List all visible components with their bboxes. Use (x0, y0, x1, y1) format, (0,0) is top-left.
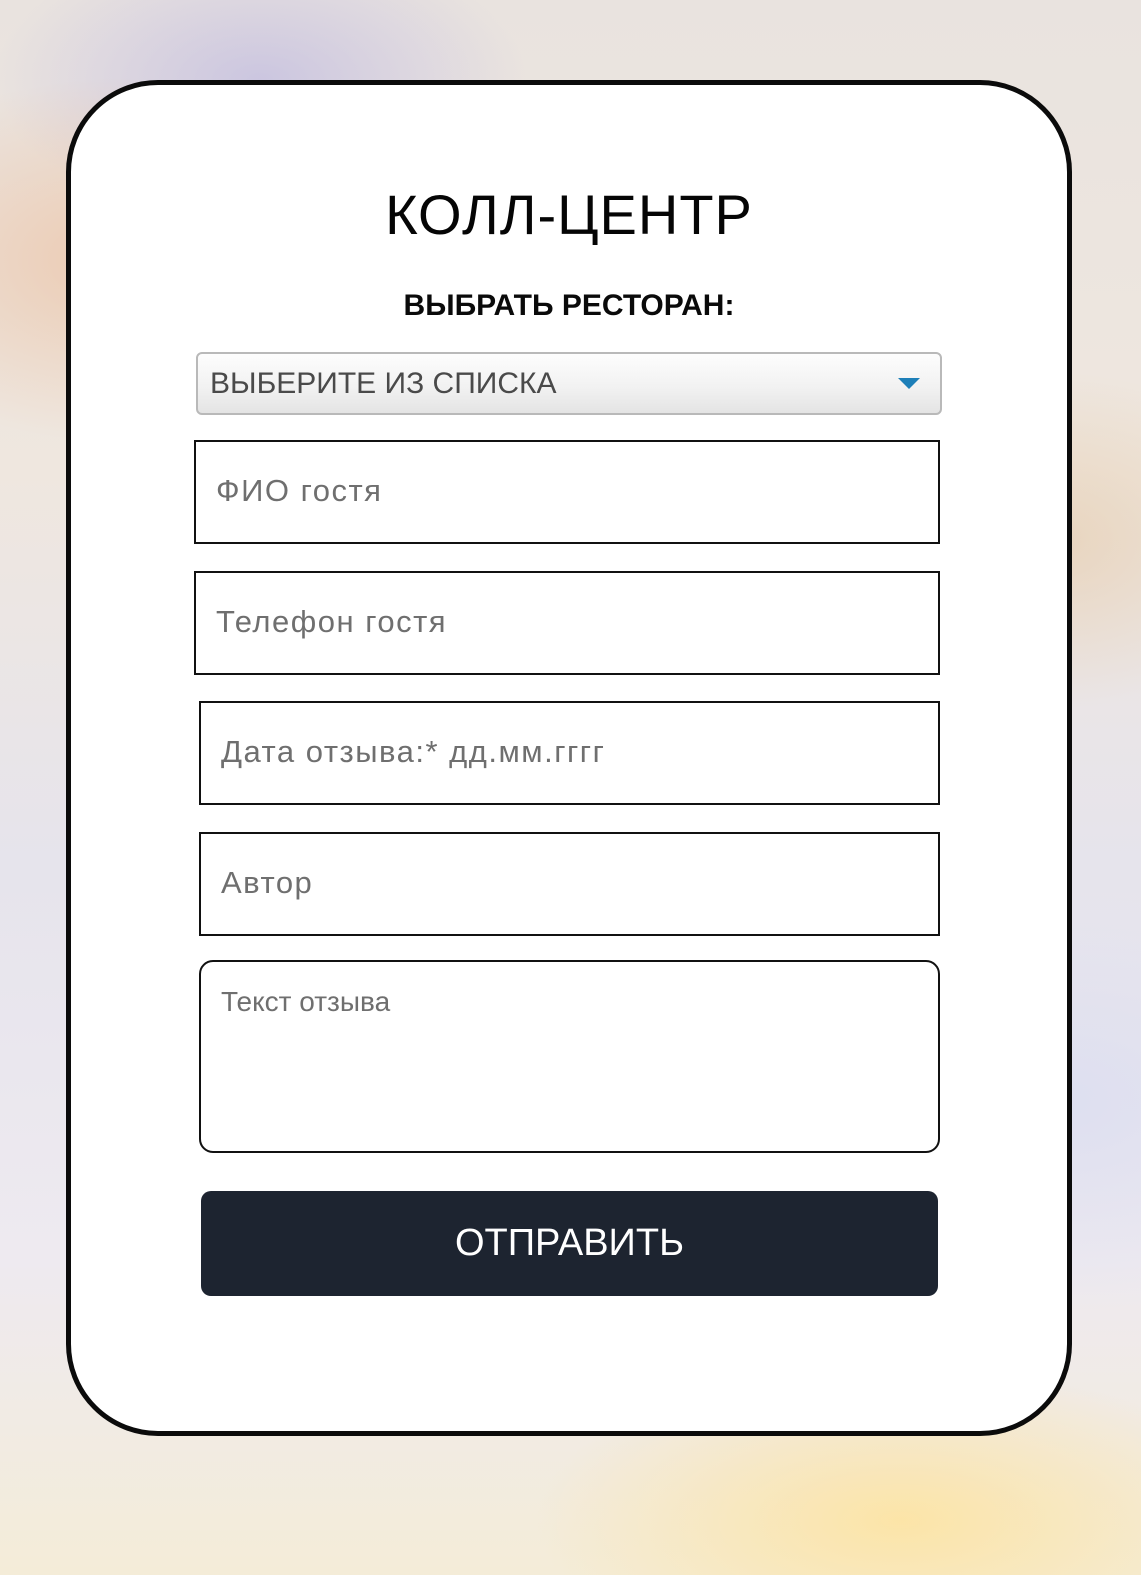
guest-phone-placeholder: Телефон гостя (216, 604, 448, 639)
review-date-field[interactable]: Дата отзыва:* дд.мм.гггг (199, 701, 940, 805)
form-title: КОЛЛ-ЦЕНТР (385, 183, 753, 246)
guest-name-field[interactable]: ФИО гостя (194, 440, 940, 544)
restaurant-select-value: ВЫБЕРИТЕ ИЗ СПИСКА (210, 367, 557, 400)
submit-button[interactable]: ОТПРАВИТЬ (201, 1191, 938, 1296)
review-text-area[interactable]: Текст отзыва (199, 960, 940, 1153)
call-center-form-card: КОЛЛ-ЦЕНТР ВЫБРАТЬ РЕСТОРАН: ВЫБЕРИТЕ ИЗ… (66, 80, 1072, 1436)
guest-name-placeholder: ФИО гостя (216, 473, 383, 508)
author-placeholder: Автор (221, 865, 314, 900)
guest-phone-field[interactable]: Телефон гостя (194, 571, 940, 675)
restaurant-label: ВЫБРАТЬ РЕСТОРАН: (403, 289, 735, 322)
restaurant-select[interactable]: ВЫБЕРИТЕ ИЗ СПИСКА (196, 352, 942, 415)
author-field[interactable]: Автор (199, 832, 940, 936)
review-text-placeholder: Текст отзыва (221, 986, 391, 1017)
review-date-placeholder: Дата отзыва:* дд.мм.гггг (221, 734, 606, 769)
chevron-down-icon[interactable] (898, 378, 920, 389)
